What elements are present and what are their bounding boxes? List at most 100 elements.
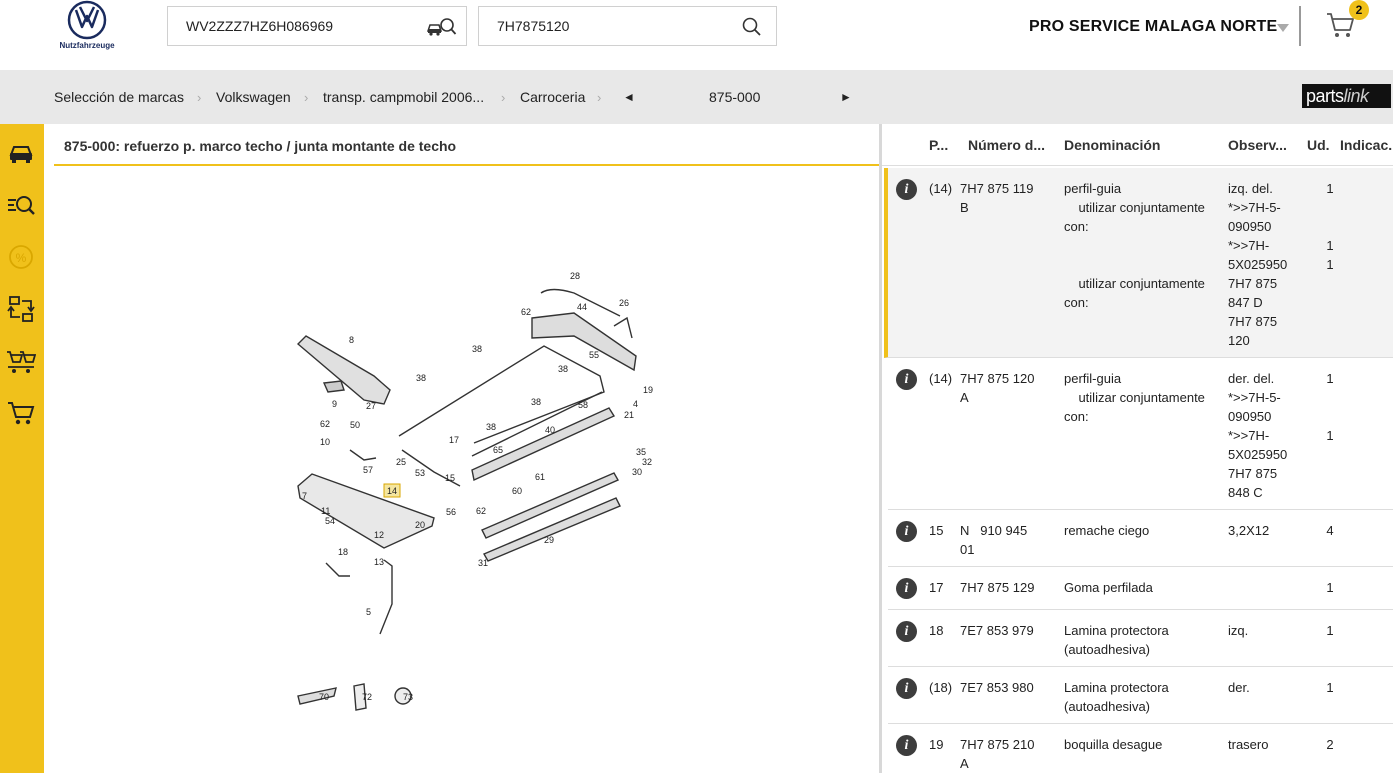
callout-26[interactable]: 26	[619, 298, 629, 308]
dealer-name[interactable]: PRO SERVICE MALAGA NORTE	[1029, 18, 1277, 36]
callout-65[interactable]: 65	[493, 445, 503, 455]
vehicle-search-icon[interactable]	[427, 17, 457, 37]
next-page-button[interactable]: ►	[840, 90, 852, 104]
cell-part-number[interactable]: 7E7 853 980	[960, 678, 1050, 697]
callout-38[interactable]: 38	[558, 364, 568, 374]
cell-part-number[interactable]: 7H7 875 210 A	[960, 735, 1050, 773]
cell-denomination: perfil-guia utilizar conjuntamente con:	[1064, 371, 1205, 424]
table-row[interactable]: i 17 7H7 875 129 Goma perfilada 1	[888, 567, 1393, 610]
svg-text:%: %	[16, 251, 27, 265]
info-icon[interactable]: i	[896, 179, 917, 200]
multi-cart-icon[interactable]	[6, 346, 36, 376]
callout-38[interactable]: 38	[472, 344, 482, 354]
callout-18[interactable]: 18	[338, 547, 348, 557]
table-row[interactable]: i 18 7E7 853 979 Lamina protectora (autoadh…	[888, 610, 1393, 667]
callout-13[interactable]: 13	[374, 557, 384, 567]
part-search-input[interactable]	[497, 18, 717, 34]
callout-8[interactable]: 8	[349, 335, 354, 345]
table-row[interactable]: i (14) 7H7 875 119 B perfil-guia utilizar c…	[884, 168, 1393, 358]
callout-29[interactable]: 29	[544, 535, 554, 545]
callout-9[interactable]: 9	[332, 399, 337, 409]
col-header-number[interactable]: Número d...	[968, 137, 1045, 153]
col-header-position[interactable]: P...	[929, 137, 948, 153]
callout-15[interactable]: 15	[445, 473, 455, 483]
table-row[interactable]: i (18) 7E7 853 980 Lamina protectora (autoa…	[888, 667, 1393, 724]
info-icon[interactable]: i	[896, 521, 917, 542]
exchange-icon[interactable]	[6, 294, 36, 324]
callout-31[interactable]: 31	[478, 558, 488, 568]
info-icon[interactable]: i	[896, 578, 917, 599]
info-icon[interactable]: i	[896, 735, 917, 756]
callout-55[interactable]: 55	[589, 350, 599, 360]
cell-part-number[interactable]: 7E7 853 979	[960, 621, 1050, 640]
callout-4[interactable]: 4	[633, 399, 638, 409]
callout-56[interactable]: 56	[446, 507, 456, 517]
breadcrumb-item-volkswagen[interactable]: Volkswagen	[216, 89, 291, 105]
exploded-view-diagram[interactable]: 28 26 62 44 8 55 38 38 38 19 421 9 38 58 27 62 50 17 40 10 3…	[54, 168, 879, 773]
callout-20[interactable]: 20	[415, 520, 425, 530]
breadcrumb-item-carroceria[interactable]: Carroceria	[520, 89, 585, 105]
callout-50[interactable]: 50	[350, 420, 360, 430]
callout-73[interactable]: 73	[403, 692, 413, 702]
breadcrumb-item-model[interactable]: transp. campmobil 2006...	[323, 89, 484, 105]
cell-part-number[interactable]: N 910 945 01	[960, 521, 1050, 559]
callout-62[interactable]: 62	[521, 307, 531, 317]
callout-25[interactable]: 25	[396, 457, 406, 467]
search-list-icon[interactable]	[6, 190, 36, 220]
callout-60[interactable]: 60	[512, 486, 522, 496]
callout-53[interactable]: 53	[415, 468, 425, 478]
info-icon[interactable]: i	[896, 621, 917, 642]
discount-icon[interactable]: %	[6, 242, 36, 272]
callout-7[interactable]: 7	[302, 491, 307, 501]
table-row[interactable]: i (14) 7H7 875 120 A perfil-guia utilizar c…	[888, 358, 1393, 510]
callout-19[interactable]: 19	[643, 385, 653, 395]
callout-10[interactable]: 10	[320, 437, 330, 447]
callout-57[interactable]: 57	[363, 465, 373, 475]
chevron-down-icon[interactable]	[1277, 23, 1289, 33]
callout-5[interactable]: 5	[366, 607, 371, 617]
prev-page-button[interactable]: ◄	[623, 90, 635, 104]
cell-denomination: perfil-guia utilizar conjuntamente con: …	[1064, 181, 1205, 310]
search-icon[interactable]	[742, 17, 762, 37]
callout-12[interactable]: 12	[374, 530, 384, 540]
callout-35[interactable]: 35	[636, 447, 646, 457]
callout-72[interactable]: 72	[362, 692, 372, 702]
table-row[interactable]: i 15 N 910 945 01 remache ciego 3,2X12 4	[888, 510, 1393, 567]
table-row[interactable]: i 19 7H7 875 210 A boquilla desague trasero 2	[888, 724, 1393, 773]
callout-38[interactable]: 38	[531, 397, 541, 407]
callout-40[interactable]: 40	[545, 425, 555, 435]
cell-position: (14)	[929, 181, 953, 196]
cell-position: 17	[929, 580, 944, 595]
callout-54[interactable]: 54	[325, 516, 335, 526]
callout-38[interactable]: 38	[416, 373, 426, 383]
info-icon[interactable]: i	[896, 369, 917, 390]
callout-58[interactable]: 58	[578, 400, 588, 410]
col-header-observation[interactable]: Observ...	[1228, 137, 1287, 153]
cart-icon[interactable]	[6, 398, 36, 428]
callout-17[interactable]: 17	[449, 435, 459, 445]
vw-logo[interactable]: Nutzfahrzeuge	[52, 0, 122, 60]
callout-70[interactable]: 70	[319, 692, 329, 702]
callout-21[interactable]: 21	[624, 410, 634, 420]
col-header-indication[interactable]: Indicac...	[1340, 137, 1393, 153]
col-header-qty[interactable]: Ud.	[1307, 137, 1330, 153]
callout-27[interactable]: 27	[366, 401, 376, 411]
callout-14[interactable]: 14	[387, 486, 397, 496]
callout-28[interactable]: 28	[570, 271, 580, 281]
cell-part-number[interactable]: 7H7 875 120 A	[960, 369, 1050, 407]
callout-38[interactable]: 38	[486, 422, 496, 432]
callout-32[interactable]: 32	[642, 457, 652, 467]
cell-part-number[interactable]: 7H7 875 119 B	[960, 179, 1050, 217]
vin-search-input[interactable]	[186, 18, 406, 34]
info-icon[interactable]: i	[896, 678, 917, 699]
car-icon[interactable]	[6, 138, 36, 168]
callout-30[interactable]: 30	[632, 467, 642, 477]
cell-part-number[interactable]: 7H7 875 129	[960, 578, 1050, 597]
callout-62[interactable]: 62	[476, 506, 486, 516]
callout-44[interactable]: 44	[577, 302, 587, 312]
callout-61[interactable]: 61	[535, 472, 545, 482]
breadcrumb-item-brands[interactable]: Selección de marcas	[54, 89, 184, 105]
callout-62[interactable]: 62	[320, 419, 330, 429]
col-header-denomination[interactable]: Denominación	[1064, 137, 1160, 153]
callout-11[interactable]: 11	[321, 506, 330, 516]
